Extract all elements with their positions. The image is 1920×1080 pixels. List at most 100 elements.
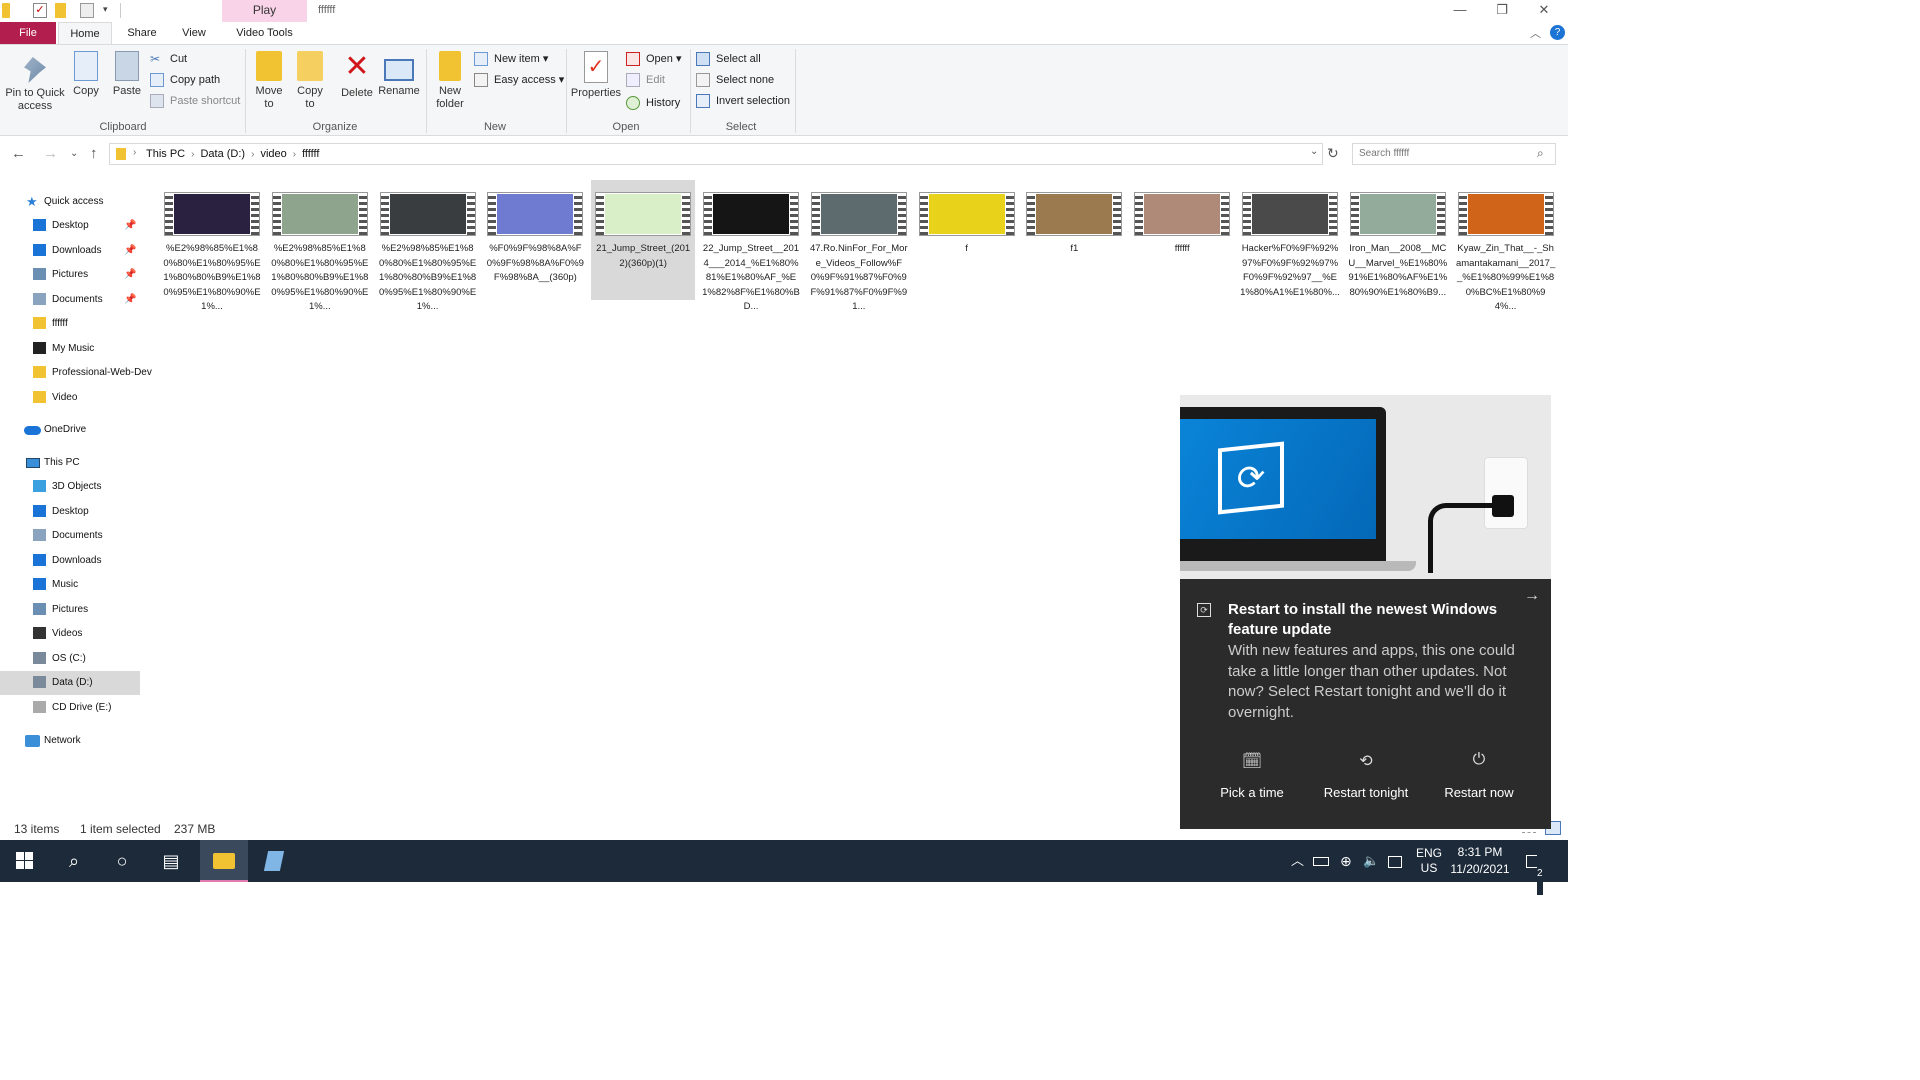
pin-icon[interactable]: 📌 <box>124 263 136 287</box>
windows-start-icon[interactable] <box>0 840 48 882</box>
volume-icon[interactable]: 🔈 <box>1363 840 1379 882</box>
nav-item-documents[interactable]: Documents <box>0 524 140 548</box>
pin-quick-access-button[interactable]: Pin to Quick access <box>4 49 66 113</box>
nav-item-os-c[interactable]: OS (C:) <box>0 647 140 671</box>
nav-this-pc[interactable]: This PC <box>0 451 140 475</box>
forward-arrow-icon[interactable]: → <box>43 145 58 162</box>
nav-item-pictures[interactable]: Pictures <box>0 598 140 622</box>
search-icon[interactable]: ⌕ <box>50 840 98 882</box>
file-item[interactable]: f <box>915 180 1019 300</box>
file-explorer-icon[interactable] <box>200 840 248 882</box>
new-folder-icon[interactable] <box>55 3 66 18</box>
rename-button[interactable]: Rename <box>378 49 420 98</box>
restart-now-button[interactable]: ⏻ Restart now <box>1419 751 1539 800</box>
nav-item-desktop[interactable]: Desktop 📌 <box>0 214 140 238</box>
new-folder-button[interactable]: New folder <box>432 49 468 111</box>
nav-item-ffffff[interactable]: ffffff <box>0 312 140 336</box>
breadcrumb-data-d[interactable]: Data (D:) <box>200 148 245 160</box>
pin-icon[interactable]: 📌 <box>124 239 136 263</box>
file-item[interactable]: 47.Ro.NinFor_For_More_Videos_Follow%F0%9… <box>807 180 911 312</box>
move-to-button[interactable]: Move to <box>250 49 288 111</box>
copy-path-button[interactable]: Copy path <box>150 71 220 89</box>
tab-video-tools[interactable]: Video Tools <box>222 22 307 44</box>
delete-button[interactable]: ✕ Delete <box>338 49 376 100</box>
breadcrumb-ffffff[interactable]: ffffff <box>302 148 319 160</box>
new-item-button[interactable]: New item ▾ <box>474 50 548 68</box>
nav-item-desktop[interactable]: Desktop <box>0 500 140 524</box>
file-item[interactable]: f1 <box>1022 180 1126 300</box>
network-globe-icon[interactable]: ⊕ <box>1340 840 1352 882</box>
edit-button[interactable]: Edit <box>626 71 665 89</box>
maximize-button[interactable]: ❐ <box>1480 0 1524 22</box>
address-dropdown-icon[interactable]: ⌄ <box>1310 146 1318 157</box>
cortana-icon[interactable]: ○ <box>98 840 146 882</box>
file-item[interactable]: Hacker%F0%9F%92%97%F0%9F%92%97%F0%9F%92%… <box>1238 180 1342 300</box>
open-button[interactable]: Open ▾ <box>626 50 682 68</box>
file-item[interactable]: %F0%9F%98%8A%F0%9F%98%8A%F0%9F%98%8A__(3… <box>483 180 587 300</box>
breadcrumb-video[interactable]: video <box>260 148 286 160</box>
nav-item-3d-objects[interactable]: 3D Objects <box>0 475 140 499</box>
refresh-icon[interactable]: ↻ <box>1327 145 1339 162</box>
nav-item-downloads[interactable]: Downloads 📌 <box>0 239 140 263</box>
update-notification[interactable]: ⟳ ⟳ → Restart to install the newest Wind… <box>1180 395 1551 829</box>
paste-shortcut-button[interactable]: Paste shortcut <box>150 92 240 110</box>
nav-item-downloads[interactable]: Downloads <box>0 549 140 573</box>
help-icon[interactable]: ? <box>1550 25 1565 40</box>
recent-locations-chevron-icon[interactable]: ⌄ <box>70 148 78 159</box>
file-item[interactable]: ffffff <box>1130 180 1234 300</box>
file-item[interactable]: %E2%98%85%E1%80%80%E1%80%95%E1%80%80%B9%… <box>376 180 480 312</box>
tab-share[interactable]: Share <box>118 22 166 44</box>
action-screen-icon[interactable] <box>1388 840 1402 882</box>
collapse-ribbon-icon[interactable]: ︿ <box>1530 25 1541 41</box>
task-view-icon[interactable]: ▤ <box>147 840 195 882</box>
restart-tonight-button[interactable]: ⟲ Restart tonight <box>1306 751 1426 800</box>
address-bar[interactable]: › This PC › Data (D:) › video › ffffff ⌄ <box>109 143 1323 165</box>
nav-quick-access[interactable]: ★ Quick access <box>0 190 140 214</box>
select-none-button[interactable]: Select none <box>696 71 774 89</box>
quick-access-toolbar-icon[interactable] <box>80 3 94 18</box>
easy-access-button[interactable]: Easy access ▾ <box>474 71 564 89</box>
nav-item-videos[interactable]: Videos <box>0 622 140 646</box>
nav-item-data-d[interactable]: Data (D:) <box>0 671 140 695</box>
nav-item-professional-web-dev[interactable]: Professional-Web-Dev <box>0 361 152 385</box>
nav-item-cd-drive-e[interactable]: CD Drive (E:) <box>0 696 140 720</box>
file-item[interactable]: Iron_Man__2008__MCU__Marvel_%E1%80%91%E1… <box>1346 180 1450 300</box>
history-button[interactable]: History <box>626 94 680 112</box>
clock[interactable]: 8:31 PM 11/20/2021 <box>1448 844 1512 886</box>
nav-item-music[interactable]: Music <box>0 573 140 597</box>
tab-home[interactable]: Home <box>58 22 112 44</box>
nav-item-my-music[interactable]: My Music <box>0 337 140 361</box>
customize-toolbar-icon[interactable]: ▾ <box>103 4 108 15</box>
cut-button[interactable]: ✂ Cut <box>150 50 187 68</box>
copy-button[interactable]: Copy <box>68 49 104 98</box>
nav-item-pictures[interactable]: Pictures 📌 <box>0 263 140 287</box>
properties-button[interactable]: ✓ Properties <box>570 49 622 100</box>
file-item[interactable]: %E2%98%85%E1%80%80%E1%80%95%E1%80%80%B9%… <box>160 180 264 312</box>
copy-to-button[interactable]: Copy to <box>292 49 328 111</box>
file-item[interactable]: Kyaw_Zin_That__-_Shamantakamani__2017__%… <box>1454 180 1558 312</box>
tab-play-context[interactable]: Play <box>222 0 307 22</box>
file-item[interactable]: 22_Jump_Street__2014___2014_%E1%80%81%E1… <box>699 180 803 312</box>
close-button[interactable]: ✕ <box>1522 0 1566 22</box>
breadcrumb-this-pc[interactable]: This PC <box>146 148 185 160</box>
search-input[interactable]: Search ffffff ⌕ <box>1352 143 1556 165</box>
nav-item-video[interactable]: Video <box>0 386 140 410</box>
file-item[interactable]: %E2%98%85%E1%80%80%E1%80%95%E1%80%80%B9%… <box>268 180 372 312</box>
pin-icon[interactable]: 📌 <box>124 288 136 312</box>
pin-icon[interactable]: 📌 <box>124 214 136 238</box>
file-item[interactable]: 21_Jump_Street_(2012)(360p)(1) <box>591 180 696 300</box>
paste-button[interactable]: Paste <box>108 49 146 98</box>
minimize-button[interactable]: — <box>1438 0 1482 22</box>
notifications-icon[interactable]: 2 <box>1526 840 1543 895</box>
input-language[interactable]: ENG US <box>1416 846 1442 888</box>
show-hidden-icons-icon[interactable]: ︿ <box>1291 840 1304 882</box>
select-all-button[interactable]: Select all <box>696 50 761 68</box>
battery-icon[interactable] <box>1313 840 1329 882</box>
up-arrow-icon[interactable]: ↑ <box>90 145 98 162</box>
properties-check-icon[interactable]: ✓ <box>33 3 47 18</box>
nav-onedrive[interactable]: OneDrive <box>0 418 140 442</box>
notepad-app-icon[interactable] <box>250 840 298 882</box>
tab-file[interactable]: File <box>0 22 56 44</box>
pick-a-time-button[interactable]: 🗓 Pick a time <box>1192 751 1312 800</box>
tab-view[interactable]: View <box>172 22 216 44</box>
